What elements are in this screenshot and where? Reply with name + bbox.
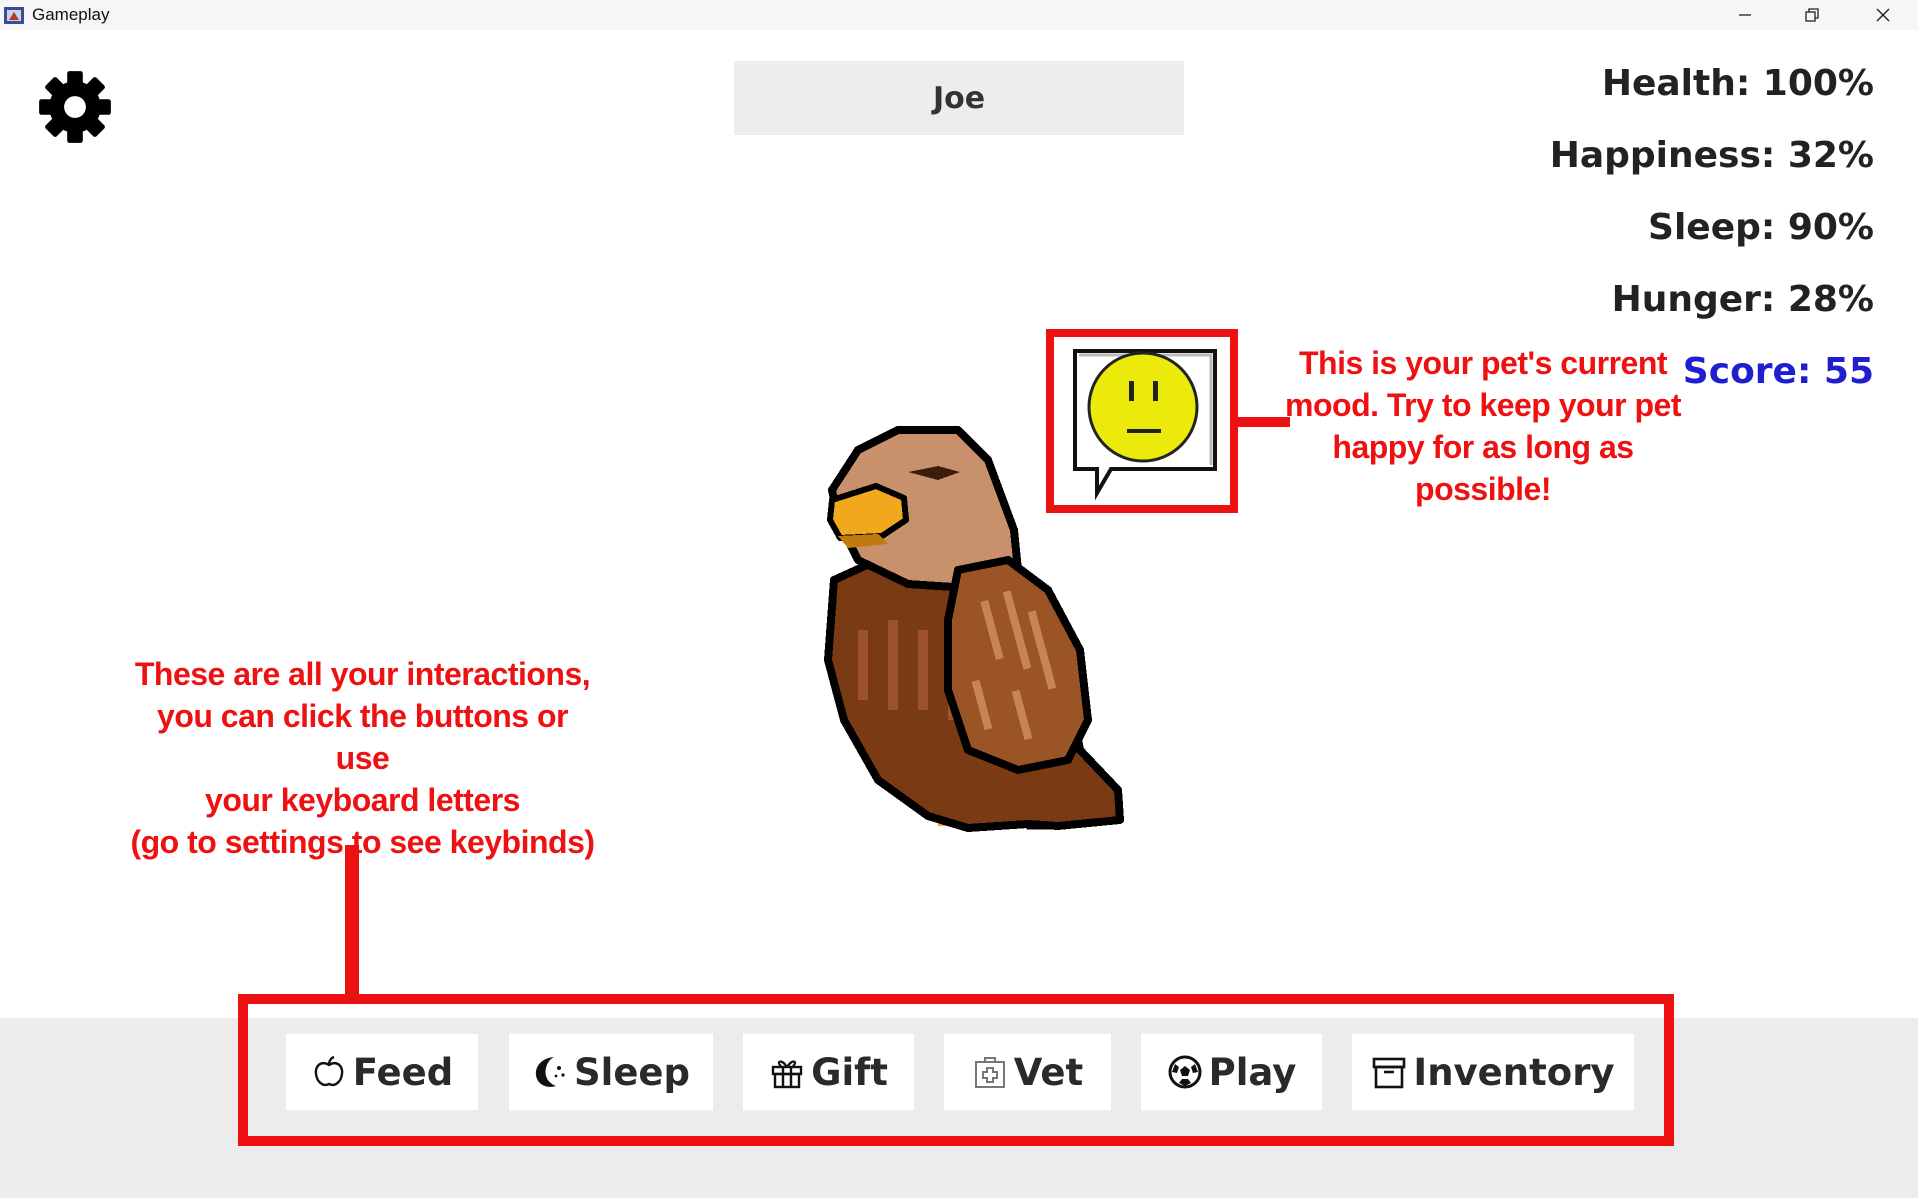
interactions-highlight-frame — [238, 994, 1674, 1146]
mood-annotation: This is your pet's current mood. Try to … — [1283, 342, 1683, 510]
interactions-annotation-line: your keyboard letters — [205, 782, 520, 818]
health-stat: Health: 100% — [1601, 63, 1874, 104]
minimize-button[interactable] — [1710, 0, 1780, 30]
restore-icon — [1805, 8, 1819, 22]
restore-button[interactable] — [1777, 0, 1847, 30]
hunger-stat: Hunger: 28% — [1611, 279, 1874, 320]
score-stat: Score: 55 — [1682, 351, 1874, 392]
minimize-icon — [1739, 14, 1751, 16]
interactions-connector-line — [345, 845, 359, 1003]
pet-eagle-sprite — [824, 426, 1124, 832]
interactions-annotation-line: you can click the buttons or use — [157, 698, 568, 776]
sleep-stat: Sleep: 90% — [1648, 207, 1874, 248]
mood-annotation-line: This is your pet's current — [1298, 345, 1668, 381]
mood-annotation-line: mood. Try to keep your pet — [1285, 387, 1681, 423]
settings-gear-icon[interactable] — [36, 68, 114, 146]
interactions-annotation: These are all your interactions, you can… — [130, 653, 595, 863]
mood-annotation-line: possible! — [1415, 471, 1551, 507]
window-title: Gameplay — [32, 5, 110, 24]
window-title-bar: Gameplay — [0, 0, 1918, 30]
close-icon — [1876, 8, 1890, 22]
pet-name-field[interactable] — [734, 61, 1184, 135]
close-button[interactable] — [1848, 0, 1918, 30]
happiness-stat: Happiness: 32% — [1549, 135, 1874, 176]
mood-annotation-line: happy for as long as — [1332, 429, 1634, 465]
interactions-annotation-line: These are all your interactions, — [134, 656, 591, 692]
app-icon — [4, 7, 24, 24]
interactions-annotation-line: (go to settings to see keybinds) — [130, 824, 595, 860]
